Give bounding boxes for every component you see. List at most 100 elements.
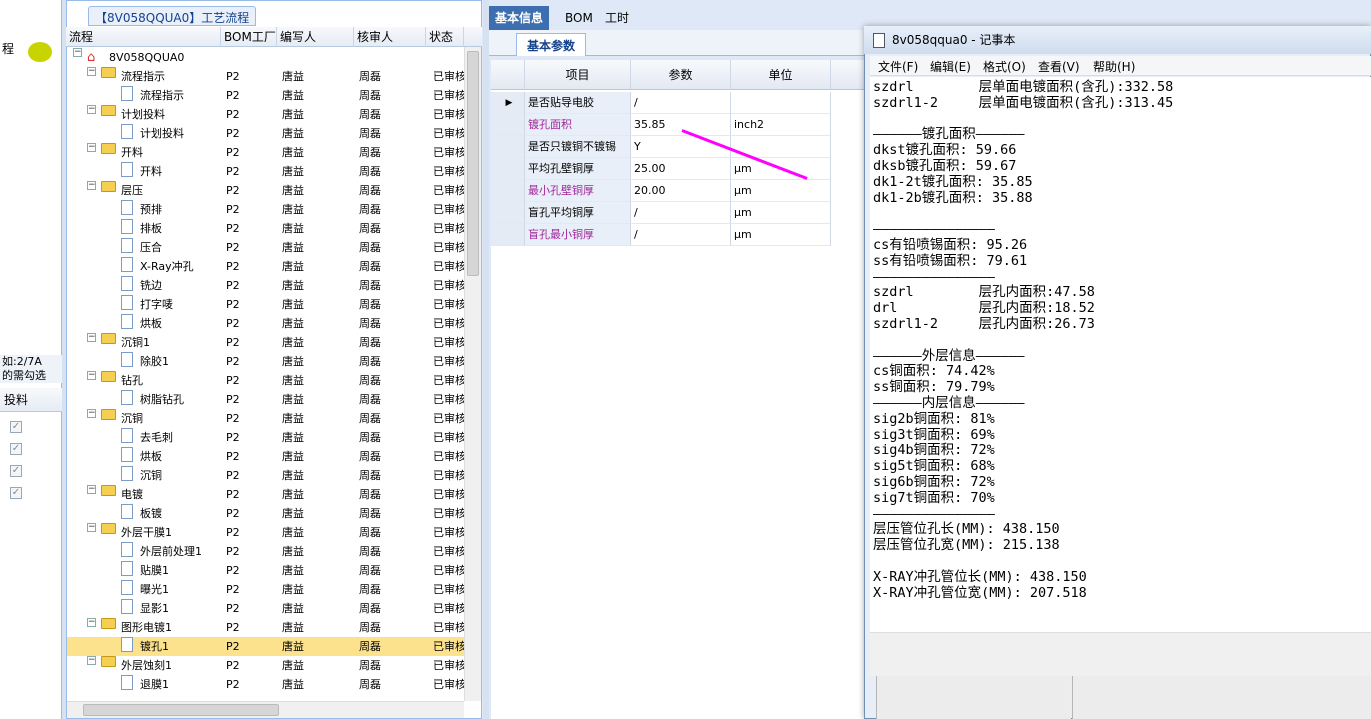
tree-row[interactable]: − 流程指示 P2 唐益 周磊 已审核	[67, 67, 464, 86]
grid-cell-value[interactable]: 35.85	[631, 114, 731, 136]
tree-row-bom: P2	[226, 526, 240, 539]
collapse-icon[interactable]: −	[87, 656, 96, 665]
tab-basic-info[interactable]: 基本信息	[489, 6, 550, 30]
grid-cell-value[interactable]: /	[631, 202, 731, 224]
tree-row[interactable]: 排板 P2 唐益 周磊 已审核	[67, 219, 464, 238]
tree-row[interactable]: 烘板 P2 唐益 周磊 已审核	[67, 314, 464, 333]
tab-basic-params[interactable]: 基本参数	[516, 33, 587, 56]
grid-cell-value[interactable]: 25.00	[631, 158, 731, 180]
tree-row[interactable]: 流程指示 P2 唐益 周磊 已审核	[67, 86, 464, 105]
tree-row[interactable]: 沉铜 P2 唐益 周磊 已审核	[67, 466, 464, 485]
grid-row-header[interactable]	[491, 136, 525, 158]
grid-cell-unit[interactable]: μm	[731, 224, 831, 246]
tree-row[interactable]: 除胶1 P2 唐益 周磊 已审核	[67, 352, 464, 371]
tree-row[interactable]: − 钻孔 P2 唐益 周磊 已审核	[67, 371, 464, 390]
collapse-icon[interactable]: −	[73, 48, 82, 57]
grid-row-header[interactable]: ▶	[491, 92, 525, 114]
grid-cell-value[interactable]: Y	[631, 136, 731, 158]
tree-row[interactable]: 树脂钻孔 P2 唐益 周磊 已审核	[67, 390, 464, 409]
grid-row-header[interactable]	[491, 180, 525, 202]
grid-row-header[interactable]	[491, 224, 525, 246]
tree-row[interactable]: − 沉铜1 P2 唐益 周磊 已审核	[67, 333, 464, 352]
col-header-status[interactable]: 状态	[426, 27, 464, 47]
collapse-icon[interactable]: −	[87, 523, 96, 532]
menu-file[interactable]: 文件(F)	[878, 58, 918, 75]
tree-row[interactable]: 板镀 P2 唐益 周磊 已审核	[67, 504, 464, 523]
tree-row[interactable]: − 外层蚀刻1 P2 唐益 周磊 已审核	[67, 656, 464, 675]
notepad-line: sig5t铜面积: 68%	[873, 458, 995, 475]
grid-cell-value[interactable]: 20.00	[631, 180, 731, 202]
tree-row[interactable]: 镀孔1 P2 唐益 周磊 已审核	[67, 637, 464, 656]
collapse-icon[interactable]: −	[87, 67, 96, 76]
collapse-icon[interactable]: −	[87, 485, 96, 494]
notepad-horizontal-scrollbar[interactable]	[870, 632, 1371, 650]
scrollbar-thumb[interactable]	[83, 704, 279, 716]
tree-row[interactable]: 打字唛 P2 唐益 周磊 已审核	[67, 295, 464, 314]
tree-row[interactable]: − 外层干膜1 P2 唐益 周磊 已审核	[67, 523, 464, 542]
menu-format[interactable]: 格式(O)	[983, 58, 1026, 75]
tree-row[interactable]: 压合 P2 唐益 周磊 已审核	[67, 238, 464, 257]
tree-vertical-scrollbar[interactable]	[464, 47, 481, 701]
tab-bom[interactable]: BOM	[559, 6, 599, 30]
grid-cell-unit[interactable]: inch2	[731, 114, 831, 136]
tree-row[interactable]: 退膜1 P2 唐益 周磊 已审核	[67, 675, 464, 694]
middle-splitter[interactable]	[483, 0, 489, 719]
tree-row[interactable]: 计划投料 P2 唐益 周磊 已审核	[67, 124, 464, 143]
collapse-icon[interactable]: −	[87, 333, 96, 342]
collapse-icon[interactable]: −	[87, 618, 96, 627]
tree-row[interactable]: 去毛刺 P2 唐益 周磊 已审核	[67, 428, 464, 447]
tree-row[interactable]: − 开料 P2 唐益 周磊 已审核	[67, 143, 464, 162]
tree-root-row[interactable]: − ⌂ 8V058QQUA0	[67, 48, 464, 67]
collapse-icon[interactable]: −	[87, 371, 96, 380]
tree-row[interactable]: 显影1 P2 唐益 周磊 已审核	[67, 599, 464, 618]
grid-row-header[interactable]	[491, 202, 525, 224]
home-icon: ⌂	[87, 50, 96, 65]
collapse-icon[interactable]: −	[87, 409, 96, 418]
tree-row[interactable]: − 层压 P2 唐益 周磊 已审核	[67, 181, 464, 200]
tree-row[interactable]: 曝光1 P2 唐益 周磊 已审核	[67, 580, 464, 599]
tree-row[interactable]: − 电镀 P2 唐益 周磊 已审核	[67, 485, 464, 504]
grid-header-unit[interactable]: 单位	[731, 60, 831, 90]
grid-row-header[interactable]	[491, 158, 525, 180]
tree-row[interactable]: X-Ray冲孔 P2 唐益 周磊 已审核	[67, 257, 464, 276]
tree-horizontal-scrollbar[interactable]	[67, 701, 464, 718]
tree-row[interactable]: 预排 P2 唐益 周磊 已审核	[67, 200, 464, 219]
tree-row-status: 已审核	[433, 393, 464, 406]
tree-row[interactable]: − 图形电镀1 P2 唐益 周磊 已审核	[67, 618, 464, 637]
col-header-process[interactable]: 流程	[66, 27, 221, 47]
menu-help[interactable]: 帮助(H)	[1093, 58, 1135, 75]
tree-row[interactable]: 贴膜1 P2 唐益 周磊 已审核	[67, 561, 464, 580]
col-header-reviewer[interactable]: 核审人	[354, 27, 426, 47]
tab-work-hours[interactable]: 工时	[599, 6, 635, 30]
collapse-icon[interactable]: −	[87, 143, 96, 152]
tree-row[interactable]: 开料 P2 唐益 周磊 已审核	[67, 162, 464, 181]
notepad-text-area[interactable]: szdrl 层单面电镀面积(含孔):332.58 szdrl1-2 层单面电镀面积…	[870, 77, 1371, 632]
feed-checkbox[interactable]: ✓	[10, 465, 22, 477]
grid-row-header[interactable]	[491, 114, 525, 136]
tree-row[interactable]: − 沉铜 P2 唐益 周磊 已审核	[67, 409, 464, 428]
grid-cell-item: 是否只镀铜不镀锡	[525, 136, 631, 158]
comment-bubble-icon[interactable]	[28, 42, 52, 62]
menu-edit[interactable]: 编辑(E)	[930, 58, 971, 75]
grid-cell-unit[interactable]: μm	[731, 180, 831, 202]
tree-row[interactable]: 外层前处理1 P2 唐益 周磊 已审核	[67, 542, 464, 561]
grid-cell-value[interactable]: /	[631, 224, 731, 246]
tree-row-reviewer: 周磊	[359, 621, 381, 634]
scrollbar-thumb[interactable]	[467, 51, 479, 276]
col-header-bom-factory[interactable]: BOM工厂	[221, 27, 277, 47]
tree-row[interactable]: 烘板 P2 唐益 周磊 已审核	[67, 447, 464, 466]
grid-cell-unit[interactable]: μm	[731, 202, 831, 224]
feed-checkbox[interactable]: ✓	[10, 487, 22, 499]
grid-header-item[interactable]: 项目	[525, 60, 631, 90]
collapse-icon[interactable]: −	[87, 105, 96, 114]
menu-view[interactable]: 查看(V)	[1038, 58, 1080, 75]
grid-header-value[interactable]: 参数	[631, 60, 731, 90]
grid-cell-value[interactable]: /	[631, 92, 731, 114]
collapse-icon[interactable]: −	[87, 181, 96, 190]
tree-row[interactable]: 铣边 P2 唐益 周磊 已审核	[67, 276, 464, 295]
feed-checkbox[interactable]: ✓	[10, 421, 22, 433]
feed-checkbox[interactable]: ✓	[10, 443, 22, 455]
col-header-writer[interactable]: 编写人	[277, 27, 354, 47]
grid-cell-unit[interactable]	[731, 92, 831, 114]
tree-row[interactable]: − 计划投料 P2 唐益 周磊 已审核	[67, 105, 464, 124]
